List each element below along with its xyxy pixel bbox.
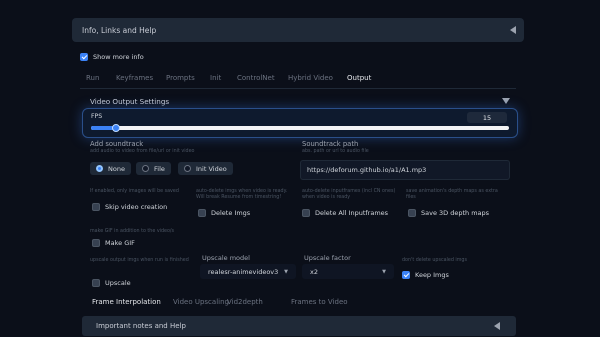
radio-file-indicator [142,165,149,172]
radio-none-indicator [96,165,103,172]
delete-imgs-label: Delete Imgs [211,209,251,217]
soundtrack-path-label: Soundtrack path [302,140,359,148]
show-more-info-label: Show more info [93,53,144,61]
radio-init-video-label: Init Video [196,164,227,173]
add-soundtrack-hint: add audio to video from file/url or init… [90,149,195,154]
tab-hybrid-video[interactable]: Hybrid Video [288,74,333,82]
show-more-info-row[interactable]: Show more info [80,53,144,61]
tab-run[interactable]: Run [86,74,99,82]
fps-label: FPS [91,113,103,120]
show-more-info-checkbox[interactable] [80,53,88,61]
skip-video-label: Skip video creation [105,203,168,211]
skip-video-hint: If enabled, only images will be saved [90,189,179,194]
radio-init-video-indicator [184,165,191,172]
upscale-factor-value: x2 [310,267,318,276]
radio-file[interactable]: File [136,162,171,175]
upscale-model-label: Upscale model [202,254,250,262]
skip-video-checkbox[interactable] [92,203,100,211]
chevron-down-icon: ▼ [284,268,288,275]
save-depth-checkbox[interactable] [408,209,416,217]
tab-frame-interpolation[interactable]: Frame Interpolation [92,298,161,306]
important-notes-accordion-header[interactable]: Important notes and Help [82,316,516,336]
upscale-factor-label: Upscale factor [304,254,351,262]
delete-imgs-checkbox[interactable] [198,209,206,217]
delete-inputframes-row[interactable]: Delete All Inputframes [302,209,388,217]
upscale-factor-select[interactable]: x2 ▼ [302,264,394,279]
radio-none[interactable]: None [90,162,131,175]
soundtrack-path-value: https://deforum.github.io/a1/A1.mp3 [307,166,427,174]
fps-slider-block: FPS 15 [82,108,518,138]
upscale-model-select[interactable]: realesr-animevideov3 ▼ [200,264,296,279]
delete-imgs-row[interactable]: Delete Imgs [198,209,250,217]
tab-controlnet[interactable]: ControlNet [237,74,275,82]
info-accordion-header[interactable]: Info, Links and Help [72,18,524,42]
radio-init-video[interactable]: Init Video [178,162,233,175]
collapse-triangle-icon [494,322,500,330]
save-depth-row[interactable]: Save 3D depth maps [408,209,489,217]
keep-imgs-label: Keep Imgs [415,271,449,279]
add-soundtrack-label: Add soundtrack [90,140,144,148]
make-gif-checkbox[interactable] [92,239,100,247]
soundtrack-path-input[interactable]: https://deforum.github.io/a1/A1.mp3 [300,160,510,180]
expand-triangle-icon [502,98,510,104]
delete-inputframes-hint: auto-delete inputframes (incl CN ones) w… [302,189,396,200]
keep-imgs-row[interactable]: Keep Imgs [402,271,449,279]
make-gif-hint: make GIF in addition to the video/s [90,229,175,234]
main-tabs: Run Keyframes Prompts Init ControlNet Hy… [86,74,516,86]
make-gif-label: Make GIF [105,239,135,247]
tab-frames-to-video[interactable]: Frames to Video [291,298,348,306]
fps-slider-thumb[interactable] [112,124,121,132]
skip-video-row[interactable]: Skip video creation [92,203,167,211]
tab-output[interactable]: Output [347,74,371,82]
tab-video-upscaling[interactable]: Video Upscaling [173,298,229,306]
radio-file-label: File [154,164,165,173]
tab-vid2depth[interactable]: Vid2depth [227,298,263,306]
fps-slider-track[interactable] [91,124,509,132]
tab-keyframes[interactable]: Keyframes [116,74,153,82]
delete-inputframes-label: Delete All Inputframes [315,209,389,217]
sub-tabs: Frame Interpolation Video Upscaling Vid2… [92,298,392,310]
chevron-down-icon: ▼ [382,268,386,275]
important-notes-title: Important notes and Help [96,322,186,330]
info-accordion-title: Info, Links and Help [82,26,157,35]
save-depth-label: Save 3D depth maps [421,209,490,217]
fps-number-input[interactable]: 15 [467,112,507,123]
delete-inputframes-checkbox[interactable] [302,209,310,217]
fps-value: 15 [482,113,492,122]
tabs-divider [80,88,516,89]
soundtrack-path-hint: abs. path or url to audio file [302,149,369,154]
keep-imgs-hint: don't delete upscaled imgs [402,258,467,263]
upscale-model-value: realesr-animevideov3 [208,267,279,276]
keep-imgs-checkbox[interactable] [402,271,410,279]
video-output-settings-header[interactable]: Video Output Settings [80,92,516,108]
collapse-triangle-icon [510,26,516,34]
tab-init[interactable]: Init [210,74,221,82]
upscale-label: Upscale [105,279,131,287]
radio-none-label: None [108,164,125,173]
soundtrack-radio-group: None File Init Video [84,162,294,175]
video-output-settings-title: Video Output Settings [90,97,170,106]
save-depth-hint: save animation's depth maps as extra fil… [406,189,498,200]
upscale-checkbox[interactable] [92,279,100,287]
upscale-row[interactable]: Upscale [92,279,131,287]
delete-imgs-hint: auto-delete imgs when video is ready. Wi… [196,189,288,200]
upscale-hint: upscale output imgs when run is finished [90,258,189,263]
make-gif-row[interactable]: Make GIF [92,239,135,247]
tab-prompts[interactable]: Prompts [166,74,195,82]
